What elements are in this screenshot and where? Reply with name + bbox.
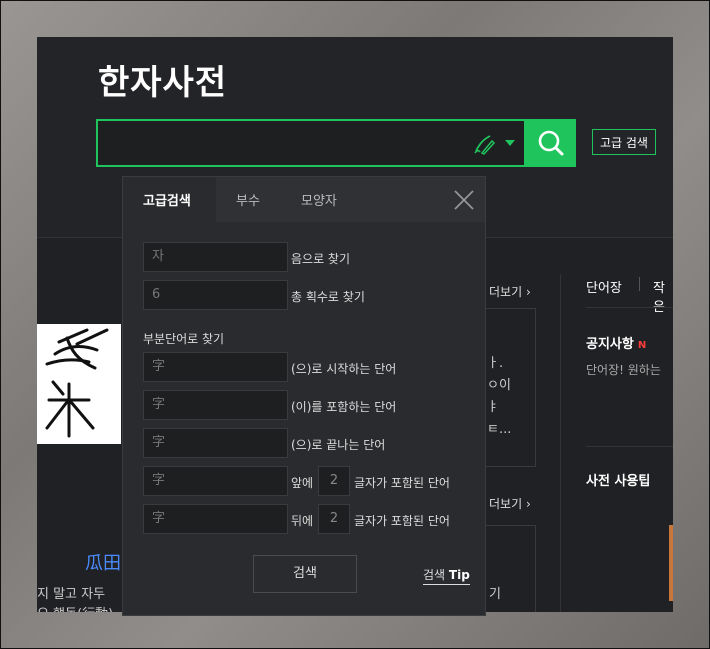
front-prefix-label: 앞에 [291,476,314,490]
stroke-count-input[interactable]: 6 [143,280,288,310]
right-divider [586,307,673,308]
tip-text: 검색 [423,568,446,582]
contains-label: (이)를 포함하는 단어 [291,400,397,414]
reading-label: 음으로 찾기 [291,252,351,266]
bottom-line: 오 행동(行動) [37,603,113,612]
front-char-input[interactable]: 字 [143,466,288,496]
card-line: ㅌ... [487,422,512,437]
tab-radical[interactable]: 부수 [236,190,260,209]
notice-text[interactable]: 단어장! 원하는 [586,361,661,378]
handwriting-brush-icon[interactable] [472,133,496,155]
front-suffix-label: 글자가 포함된 단어 [354,476,450,490]
card-line: ㅏ. [487,356,504,371]
advanced-search-popup: 고급검색 부수 모양자 자 음으로 찾기 6 총 획수로 찾기 부분단어로 찾기… [122,176,486,616]
popup-tabs: 고급검색 부수 모양자 [123,177,485,222]
more-label: 더보기 [489,285,523,299]
advanced-search-button[interactable]: 고급 검색 [592,129,656,155]
right-divider [586,446,673,447]
tab-small[interactable]: 작은 [653,277,673,315]
ends-with-input[interactable]: 字 [143,428,288,458]
starts-with-label: (으)로 시작하는 단어 [291,362,397,376]
more-label: 더보기 [489,497,523,511]
banner-edge [669,525,673,601]
close-icon[interactable] [453,189,475,211]
tip-bold: Tip [448,568,470,582]
search-button[interactable] [526,119,576,167]
search-tip-link[interactable]: 검색 Tip [423,566,470,585]
tab-separator [639,277,640,291]
search-input[interactable] [106,127,470,159]
card-line: ㅇ이 [487,378,511,393]
back-char-input[interactable]: 字 [143,504,288,534]
contains-input[interactable]: 字 [143,390,288,420]
partial-word-section-label: 부분단어로 찾기 [143,332,225,346]
card-line: 기 [489,587,501,602]
back-count-input[interactable]: 2 [318,504,350,534]
notice-title-text: 공지사항 [586,337,634,352]
card-line: ㅑ [487,400,499,415]
chevron-down-icon[interactable] [505,140,515,146]
notice-title[interactable]: 공지사항 N [586,333,646,352]
search-submit-button[interactable]: 검색 [253,555,357,593]
ends-with-label: (으)로 끝나는 단어 [291,438,386,452]
new-badge: N [637,340,647,351]
stroke-count-label: 총 획수로 찾기 [291,290,365,304]
magnifier-icon [538,130,564,156]
hanja-stroke-icon [45,328,109,438]
tab-shape[interactable]: 모양자 [301,190,337,209]
back-suffix-label: 글자가 포함된 단어 [354,514,450,528]
page-title: 한자사전 [98,63,228,103]
more-link-2[interactable]: 더보기 › [489,495,531,512]
reading-input[interactable]: 자 [143,242,288,272]
bottom-line: 지 말고 자두 [37,587,106,602]
hanja-glyph-image [37,324,121,444]
right-column-divider [560,274,561,612]
more-link-1[interactable]: 더보기 › [489,283,531,300]
tab-advanced-search[interactable]: 고급검색 [143,190,191,209]
tips-title[interactable]: 사전 사용팁 [586,470,650,489]
starts-with-input[interactable]: 字 [143,352,288,382]
back-prefix-label: 뒤에 [291,514,314,528]
front-count-input[interactable]: 2 [318,466,350,496]
search-box[interactable] [96,119,526,167]
hanja-link[interactable]: 瓜田 [85,549,121,575]
tab-wordbook[interactable]: 단어장 [586,277,622,296]
